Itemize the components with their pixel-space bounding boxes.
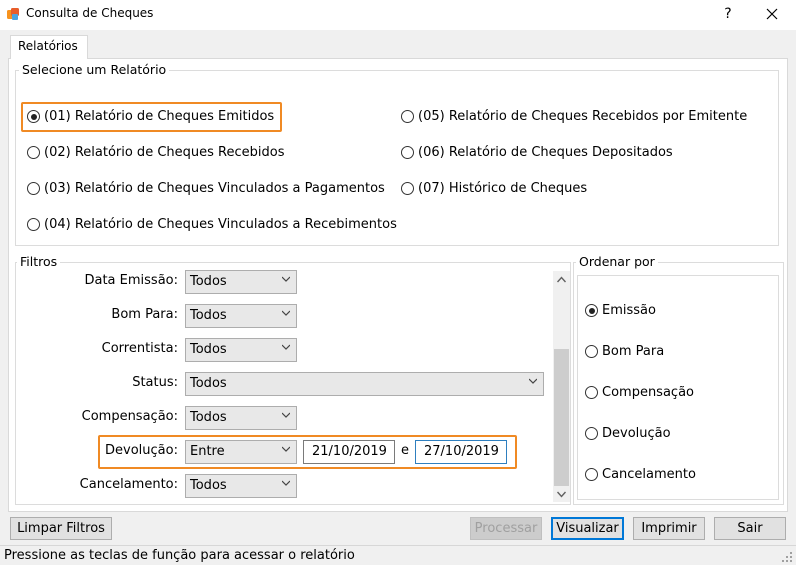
report-group-label: Selecione um Relatório bbox=[19, 62, 170, 77]
chevron-down-icon bbox=[282, 344, 290, 350]
select-value: Todos bbox=[190, 478, 227, 493]
report-option-label: (02) Relatório de Cheques Recebidos bbox=[44, 145, 285, 160]
arrow-up-icon[interactable] bbox=[557, 276, 566, 283]
compensacao-label: Compensação: bbox=[81, 409, 178, 424]
devolucao-select[interactable]: Entre bbox=[185, 440, 297, 464]
order-option-devolucao[interactable]: Devolução bbox=[585, 426, 671, 441]
correntista-label: Correntista: bbox=[101, 341, 178, 356]
report-option-03[interactable]: (03) Relatório de Cheques Vinculados a P… bbox=[27, 181, 385, 196]
arrow-down-icon[interactable] bbox=[557, 491, 566, 498]
report-option-01[interactable]: (01) Relatório de Cheques Emitidos bbox=[27, 109, 274, 124]
report-option-label: (06) Relatório de Cheques Depositados bbox=[418, 145, 673, 160]
select-value: Todos bbox=[190, 376, 227, 391]
select-value: Todos bbox=[190, 410, 227, 425]
chevron-down-icon bbox=[282, 412, 290, 418]
radio-dot bbox=[401, 146, 414, 159]
radio-dot bbox=[585, 304, 598, 317]
order-option-label: Bom Para bbox=[602, 344, 665, 359]
cancelamento-label: Cancelamento: bbox=[79, 477, 178, 492]
radio-dot bbox=[27, 218, 40, 231]
radio-dot bbox=[585, 427, 598, 440]
radio-dot bbox=[27, 146, 40, 159]
order-option-cancelamento[interactable]: Cancelamento bbox=[585, 467, 696, 482]
data-emissao-select[interactable]: Todos bbox=[185, 270, 297, 294]
status-bar: Pressione as teclas de função para acess… bbox=[0, 545, 796, 565]
radio-dot bbox=[585, 386, 598, 399]
report-option-07[interactable]: (07) Histórico de Cheques bbox=[401, 181, 587, 196]
visualizar-button[interactable]: Visualizar bbox=[551, 517, 624, 540]
order-option-bom-para[interactable]: Bom Para bbox=[585, 344, 664, 359]
sair-button[interactable]: Sair bbox=[714, 517, 786, 540]
chevron-down-icon bbox=[282, 480, 290, 486]
radio-dot bbox=[401, 182, 414, 195]
chevron-down-icon bbox=[282, 276, 290, 282]
data-emissao-label: Data Emissão: bbox=[84, 273, 178, 288]
help-button[interactable]: ? bbox=[714, 2, 742, 26]
bom-para-label: Bom Para: bbox=[111, 307, 178, 322]
order-option-emissao[interactable]: Emissão bbox=[585, 303, 656, 318]
chevron-down-icon bbox=[282, 446, 290, 452]
cancelamento-select[interactable]: Todos bbox=[185, 474, 297, 498]
window-title: Consulta de Cheques bbox=[26, 6, 154, 20]
report-option-label: (07) Histórico de Cheques bbox=[418, 181, 588, 196]
order-option-label: Emissão bbox=[602, 303, 656, 318]
compensacao-select[interactable]: Todos bbox=[185, 406, 297, 430]
title-bar: Consulta de Cheques ? bbox=[0, 0, 796, 30]
radio-dot bbox=[27, 182, 40, 195]
report-option-05[interactable]: (05) Relatório de Cheques Recebidos por … bbox=[401, 109, 747, 124]
select-value: Entre bbox=[190, 444, 225, 459]
radio-dot bbox=[585, 345, 598, 358]
status-select[interactable]: Todos bbox=[185, 372, 544, 396]
close-button[interactable] bbox=[756, 2, 788, 26]
report-option-label: (01) Relatório de Cheques Emitidos bbox=[44, 109, 275, 124]
chevron-down-icon bbox=[282, 310, 290, 316]
report-option-label: (03) Relatório de Cheques Vinculados a P… bbox=[44, 181, 385, 196]
bom-para-select[interactable]: Todos bbox=[185, 304, 297, 328]
devolucao-date-to[interactable]: 27/10/2019 bbox=[415, 440, 507, 464]
radio-dot bbox=[27, 110, 40, 123]
report-option-label: (04) Relatório de Cheques Vinculados a R… bbox=[44, 217, 397, 232]
radio-dot bbox=[401, 110, 414, 123]
order-group-label: Ordenar por bbox=[576, 254, 658, 269]
tab-relatorios[interactable]: Relatórios bbox=[10, 35, 88, 59]
devolucao-date-from[interactable]: 21/10/2019 bbox=[303, 440, 395, 464]
order-option-compensacao[interactable]: Compensação bbox=[585, 385, 694, 400]
select-value: Todos bbox=[190, 274, 227, 289]
status-label: Status: bbox=[132, 375, 178, 390]
report-option-06[interactable]: (06) Relatório de Cheques Depositados bbox=[401, 145, 673, 160]
scrollbar-thumb[interactable] bbox=[554, 349, 569, 486]
close-icon bbox=[766, 8, 778, 20]
devolucao-label: Devolução: bbox=[105, 443, 178, 458]
select-value: Todos bbox=[190, 308, 227, 323]
checks-app-icon bbox=[7, 8, 19, 20]
imprimir-button[interactable]: Imprimir bbox=[633, 517, 705, 540]
processar-button[interactable]: Processar bbox=[470, 517, 542, 540]
select-value: Todos bbox=[190, 342, 227, 357]
chevron-down-icon bbox=[529, 378, 537, 384]
radio-dot bbox=[585, 468, 598, 481]
report-option-02[interactable]: (02) Relatório de Cheques Recebidos bbox=[27, 145, 284, 160]
filters-group-label: Filtros bbox=[17, 254, 61, 269]
report-option-label: (05) Relatório de Cheques Recebidos por … bbox=[418, 109, 748, 124]
resize-grip-icon[interactable] bbox=[780, 550, 794, 564]
order-option-label: Compensação bbox=[602, 385, 694, 400]
correntista-select[interactable]: Todos bbox=[185, 338, 297, 362]
report-option-04[interactable]: (04) Relatório de Cheques Vinculados a R… bbox=[27, 217, 397, 232]
devolucao-connector: e bbox=[401, 443, 409, 458]
order-option-label: Devolução bbox=[602, 426, 671, 441]
order-option-label: Cancelamento bbox=[602, 467, 696, 482]
limpar-filtros-button[interactable]: Limpar Filtros bbox=[10, 517, 112, 540]
